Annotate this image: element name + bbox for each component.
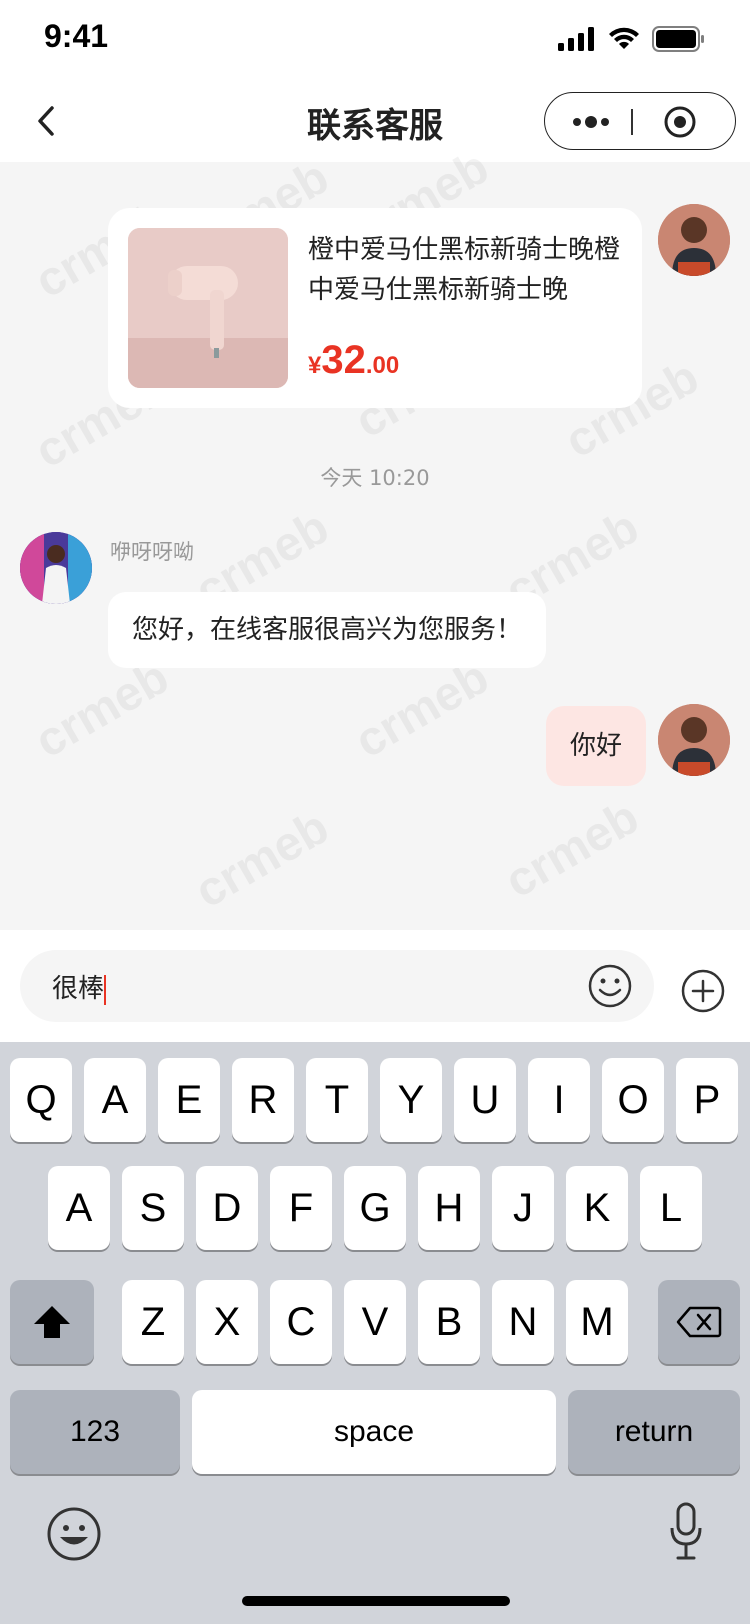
shift-key[interactable] bbox=[10, 1280, 94, 1364]
signal-icon bbox=[558, 27, 594, 51]
key-b[interactable]: B bbox=[418, 1280, 480, 1364]
key-q[interactable]: Q bbox=[10, 1058, 72, 1142]
keyboard: 123 space return QAERTYUIOP ASDFGHJKL ZXCV… bbox=[0, 1042, 750, 1624]
shift-icon bbox=[34, 1306, 70, 1338]
key-j[interactable]: J bbox=[492, 1166, 554, 1250]
time-divider: 今天 10:20 bbox=[320, 466, 430, 490]
watermark: crmeb bbox=[186, 800, 338, 919]
return-key[interactable]: return bbox=[568, 1390, 740, 1474]
nav-bar: 联系客服 bbox=[0, 80, 750, 162]
key-p[interactable]: P bbox=[676, 1058, 738, 1142]
key-c[interactable]: C bbox=[270, 1280, 332, 1364]
watermark: crmeb bbox=[496, 790, 648, 909]
price-integer: 32 bbox=[321, 338, 366, 382]
home-indicator bbox=[242, 1596, 510, 1606]
key-y[interactable]: Y bbox=[380, 1058, 442, 1142]
message-input-text: 很棒 bbox=[52, 968, 107, 1005]
agent-name: 咿呀呀呦 bbox=[110, 540, 194, 564]
chat-area[interactable]: crmeb crmeb crmeb crmeb crmeb crmeb crme… bbox=[0, 141, 750, 930]
key-l[interactable]: L bbox=[640, 1166, 702, 1250]
key-z[interactable]: Z bbox=[122, 1280, 184, 1364]
plus-circle-icon bbox=[681, 969, 725, 1013]
input-value: 很棒 bbox=[52, 974, 105, 1004]
backspace-icon bbox=[676, 1306, 722, 1338]
capsule-divider bbox=[631, 109, 633, 135]
product-image bbox=[128, 228, 288, 388]
key-r[interactable]: R bbox=[232, 1058, 294, 1142]
key-g[interactable]: G bbox=[344, 1166, 406, 1250]
text-caret bbox=[104, 974, 107, 1005]
input-bar: 很棒 bbox=[0, 930, 750, 1042]
smile-icon bbox=[588, 964, 632, 1008]
price-symbol: ¥ bbox=[308, 352, 322, 379]
key-e[interactable]: E bbox=[158, 1058, 220, 1142]
status-time: 9:41 bbox=[44, 18, 109, 54]
key-k[interactable]: K bbox=[566, 1166, 628, 1250]
user-avatar[interactable] bbox=[658, 204, 730, 276]
agent-message: 您好，在线客服很高兴为您服务！ bbox=[108, 592, 547, 668]
emoji-button[interactable] bbox=[586, 962, 634, 1010]
key-d[interactable]: D bbox=[196, 1166, 258, 1250]
product-title: 橙中爱马仕黑标新骑士晚橙中爱马仕黑标新骑士晚 bbox=[308, 235, 620, 305]
key-a[interactable]: A bbox=[48, 1166, 110, 1250]
more-icon[interactable] bbox=[571, 111, 611, 133]
key-o[interactable]: O bbox=[602, 1058, 664, 1142]
backspace-key[interactable] bbox=[658, 1280, 740, 1364]
battery-icon bbox=[652, 26, 704, 52]
key-i[interactable]: I bbox=[528, 1058, 590, 1142]
wifi-icon bbox=[609, 27, 639, 49]
key-s[interactable]: S bbox=[122, 1166, 184, 1250]
user-avatar[interactable] bbox=[658, 704, 730, 776]
key-n[interactable]: N bbox=[492, 1280, 554, 1364]
key-u[interactable]: U bbox=[454, 1058, 516, 1142]
emoji-keyboard-icon[interactable] bbox=[46, 1506, 102, 1562]
product-price: ¥32.00 bbox=[308, 338, 399, 383]
key-h[interactable]: H bbox=[418, 1166, 480, 1250]
product-card[interactable]: 橙中爱马仕黑标新骑士晚橙中爱马仕黑标新骑士晚 ¥32.00 bbox=[108, 208, 642, 408]
more-actions-button[interactable] bbox=[680, 968, 726, 1014]
status-bar: 9:41 bbox=[0, 0, 750, 80]
message-input[interactable]: 很棒 bbox=[20, 950, 654, 1022]
key-v[interactable]: V bbox=[344, 1280, 406, 1364]
key-t[interactable]: T bbox=[306, 1058, 368, 1142]
close-target-icon[interactable] bbox=[663, 105, 697, 139]
agent-avatar[interactable] bbox=[20, 532, 92, 604]
key-f[interactable]: F bbox=[270, 1166, 332, 1250]
key-a[interactable]: A bbox=[84, 1058, 146, 1142]
space-key[interactable]: space bbox=[192, 1390, 556, 1474]
microphone-icon[interactable] bbox=[668, 1502, 704, 1562]
status-icons bbox=[558, 26, 706, 52]
key-x[interactable]: X bbox=[196, 1280, 258, 1364]
mini-program-capsule bbox=[544, 92, 736, 150]
price-decimal: .00 bbox=[365, 352, 400, 379]
key-m[interactable]: M bbox=[566, 1280, 628, 1364]
user-message: 你好 bbox=[545, 706, 646, 786]
numbers-key[interactable]: 123 bbox=[10, 1390, 180, 1474]
